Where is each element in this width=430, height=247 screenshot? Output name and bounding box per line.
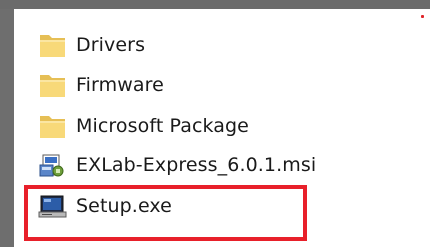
file-name: Firmware <box>76 74 164 96</box>
file-item-drivers[interactable]: Drivers <box>38 29 145 61</box>
file-name: Drivers <box>76 34 146 56</box>
file-item-exlab-msi[interactable]: EXLab-Express_6.0.1.msi <box>38 149 316 181</box>
folder-icon <box>38 112 68 140</box>
file-name: Microsoft Package <box>76 115 249 137</box>
file-name: EXLab-Express_6.0.1.msi <box>76 154 317 176</box>
red-marker-dot <box>421 15 424 18</box>
file-item-firmware[interactable]: Firmware <box>38 69 164 101</box>
file-item-microsoft-package[interactable]: Microsoft Package <box>38 110 249 142</box>
msi-installer-icon <box>38 151 68 179</box>
folder-icon <box>38 31 68 59</box>
highlight-box <box>24 185 307 241</box>
file-list-pane: Drivers Firmware Microsoft Package EXLab… <box>14 9 430 247</box>
window-top-border <box>0 0 430 9</box>
folder-icon <box>38 71 68 99</box>
